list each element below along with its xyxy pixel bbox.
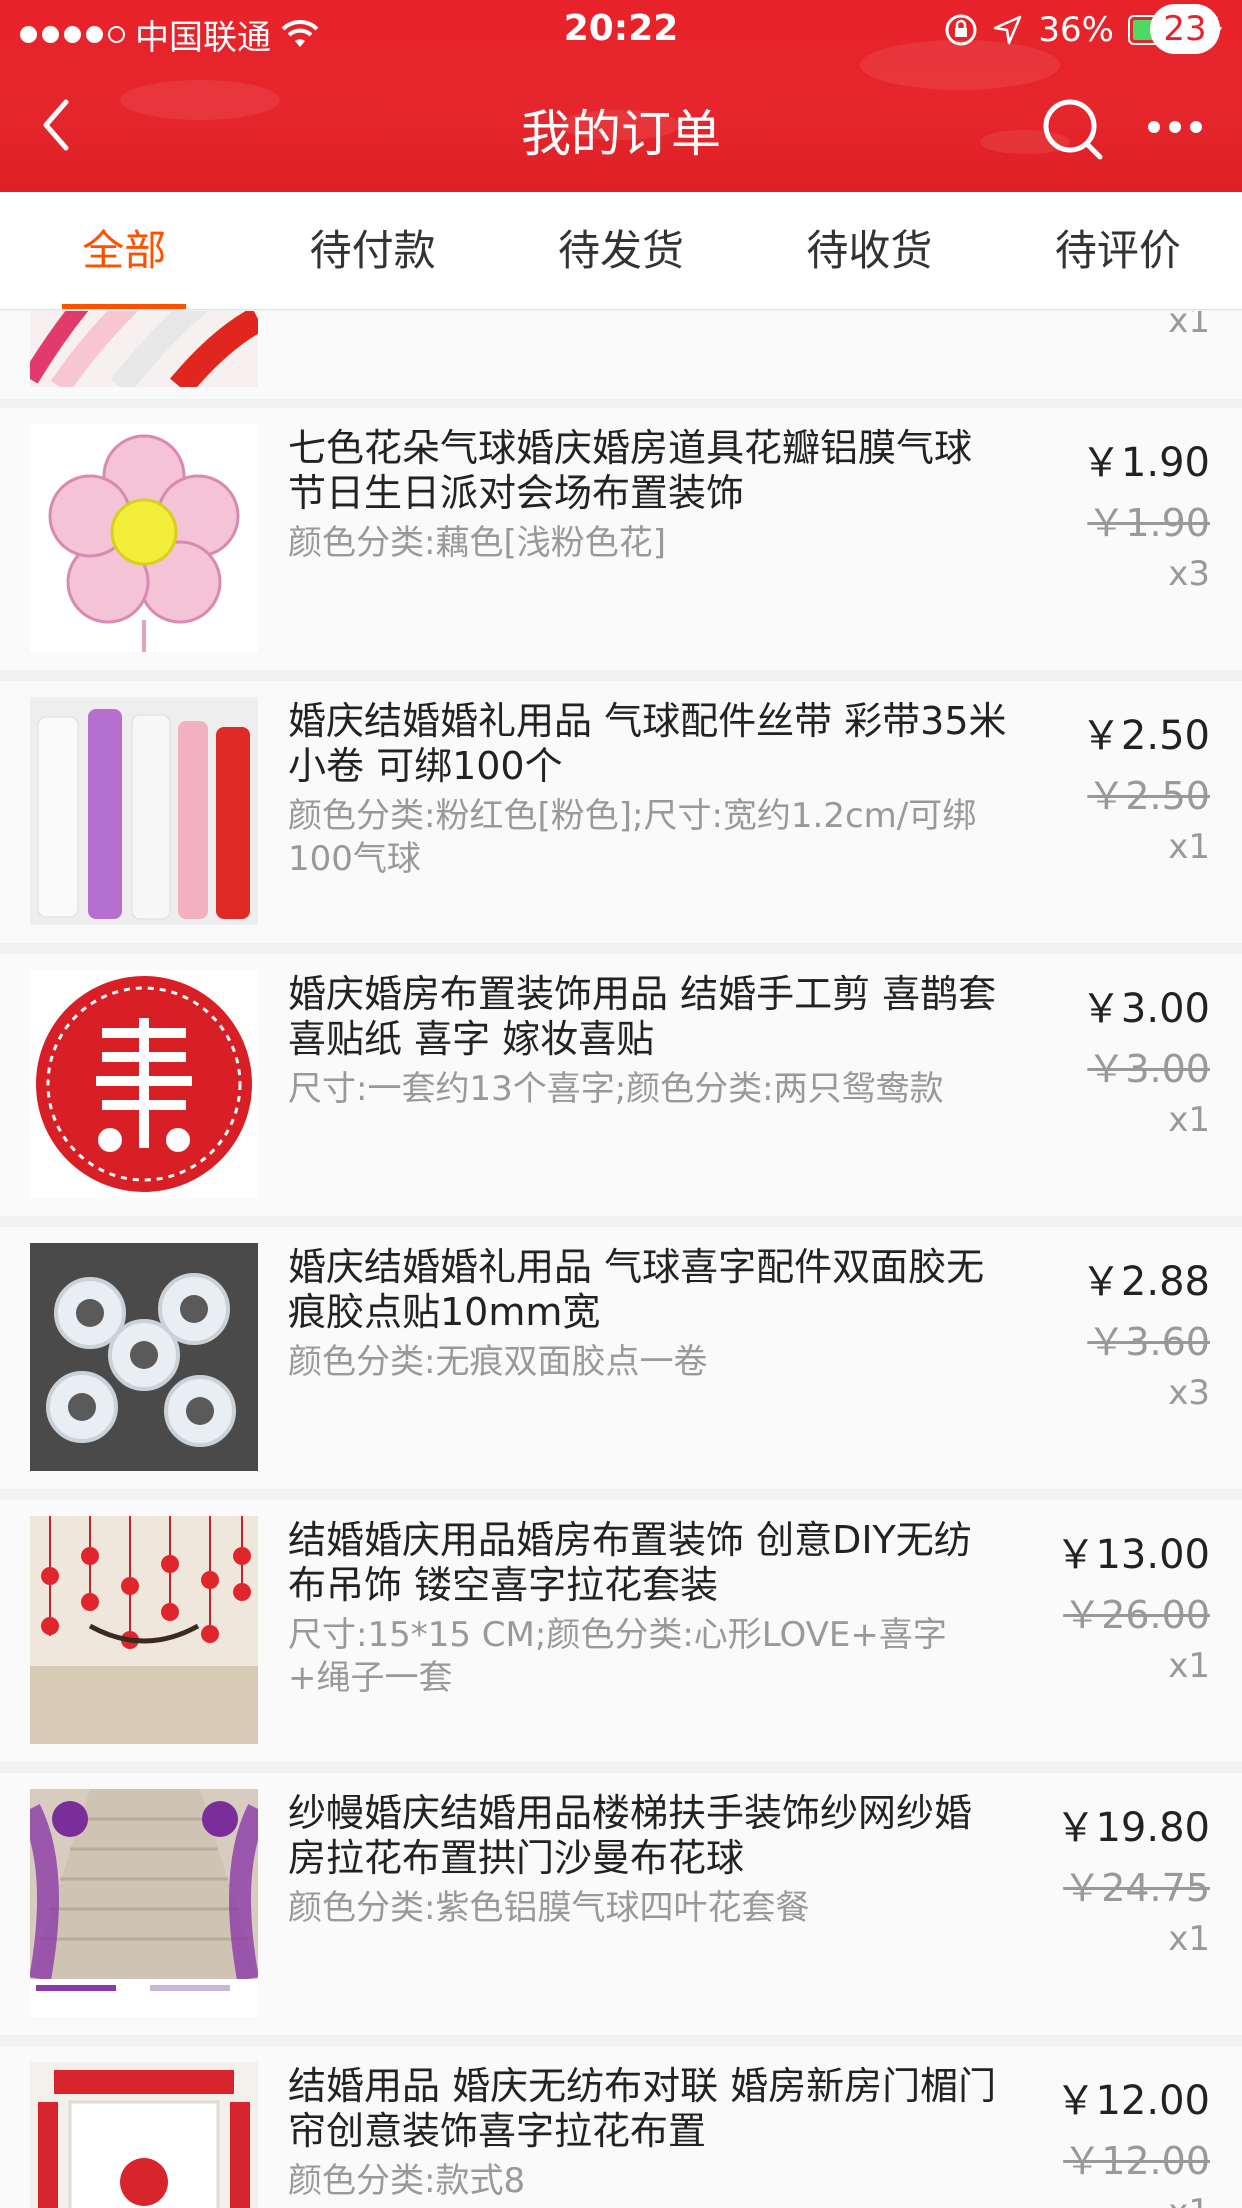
- product-title: 婚庆结婚婚礼用品 气球配件丝带 彩带35米小卷 可绑100个: [288, 699, 1007, 788]
- quantity: x1: [1168, 1100, 1210, 1140]
- quantity: x1: [1168, 827, 1210, 867]
- original-price: ￥3.60: [1087, 1320, 1210, 1364]
- quantity: x1: [1168, 1919, 1210, 1959]
- price: ￥3.00: [1080, 986, 1210, 1032]
- original-price: ￥2.50: [1087, 774, 1210, 818]
- product-image-ribbon-partial: [30, 311, 258, 387]
- price: ￥1.90: [1080, 440, 1210, 486]
- product-image-door-couplets: [30, 2062, 258, 2208]
- notification-badge: 23: [1150, 4, 1220, 54]
- product-sku: 颜色分类:藕色[浅粉色花]: [288, 523, 666, 563]
- product-sku: 尺寸:15*15 CM;颜色分类:心形LOVE+喜字+绳子一套: [288, 1615, 947, 1698]
- price: ￥13.00: [1055, 1532, 1210, 1578]
- tab-all[interactable]: 全部: [0, 192, 248, 309]
- price: ￥12.00: [1055, 2078, 1210, 2124]
- quantity: x1: [1168, 1646, 1210, 1686]
- tab-pending-receipt[interactable]: 待收货: [745, 192, 993, 309]
- navigation-bar: 我的订单: [0, 60, 1242, 192]
- order-item[interactable]: 七色花朵气球婚庆婚房道具花瓣铝膜气球节日生日派对会场布置装饰 颜色分类:藕色[浅…: [0, 408, 1242, 670]
- original-price: ￥12.00: [1063, 2139, 1210, 2183]
- quantity: x1: [1168, 311, 1210, 341]
- product-image-stair-gauze: [30, 1789, 258, 2017]
- product-sku: 颜色分类:无痕双面胶点一卷: [288, 1342, 708, 1382]
- product-title: 结婚用品 婚庆无纺布对联 婚房新房门楣门帘创意装饰喜字拉花布置: [288, 2064, 997, 2153]
- tab-pending-review[interactable]: 待评价: [994, 192, 1242, 309]
- price: ￥2.50: [1080, 713, 1210, 759]
- product-image-ribbon-rolls: [30, 697, 258, 925]
- order-item[interactable]: 结婚婚庆用品婚房布置装饰 创意DIY无纺布吊饰 镂空喜字拉花套装 尺寸:15*1…: [0, 1500, 1242, 1762]
- price: ￥19.80: [1055, 1805, 1210, 1851]
- original-price: ￥1.90: [1087, 501, 1210, 545]
- product-title: 婚庆结婚婚礼用品 气球喜字配件双面胶无痕胶点贴10mm宽: [288, 1245, 985, 1334]
- product-image-papercut: [30, 970, 258, 1198]
- product-sku: 颜色分类:粉红色[粉色];尺寸:宽约1.2cm/可绑100气球: [288, 796, 977, 879]
- original-price: ￥3.00: [1087, 1047, 1210, 1091]
- order-item[interactable]: 婚庆婚房布置装饰用品 结婚手工剪 喜鹊套喜贴纸 喜字 嫁妆喜贴 尺寸:一套约13…: [0, 954, 1242, 1216]
- product-title: 纱幔婚庆结婚用品楼梯扶手装饰纱网纱婚房拉花布置拱门沙曼布花球: [288, 1791, 973, 1880]
- original-price: ￥24.75: [1063, 1866, 1210, 1910]
- product-title: 婚庆婚房布置装饰用品 结婚手工剪 喜鹊套喜贴纸 喜字 嫁妆喜贴: [288, 972, 997, 1061]
- order-item-partial[interactable]: x1: [0, 311, 1242, 399]
- order-item[interactable]: 纱幔婚庆结婚用品楼梯扶手装饰纱网纱婚房拉花布置拱门沙曼布花球 颜色分类:紫色铝膜…: [0, 1773, 1242, 2035]
- tab-pending-payment[interactable]: 待付款: [248, 192, 496, 309]
- status-bar: 中国联通 20:22 36%: [0, 0, 1242, 60]
- price: ￥2.88: [1080, 1259, 1210, 1305]
- order-item[interactable]: 结婚用品 婚庆无纺布对联 婚房新房门楣门帘创意装饰喜字拉花布置 颜色分类:款式8…: [0, 2046, 1242, 2208]
- location-arrow-icon: [994, 15, 1022, 45]
- search-icon[interactable]: [1040, 96, 1106, 162]
- product-title: 结婚婚庆用品婚房布置装饰 创意DIY无纺布吊饰 镂空喜字拉花套装: [288, 1518, 972, 1607]
- quantity: x3: [1168, 1373, 1210, 1413]
- app-header: 中国联通 20:22 36% 我的订单 23: [0, 0, 1242, 192]
- product-sku: 颜色分类:款式8: [288, 2161, 526, 2201]
- order-status-tabs: 全部 待付款 待发货 待收货 待评价: [0, 192, 1242, 310]
- order-item[interactable]: 婚庆结婚婚礼用品 气球喜字配件双面胶无痕胶点贴10mm宽 颜色分类:无痕双面胶点…: [0, 1227, 1242, 1489]
- product-image-flower-balloon: [30, 424, 258, 652]
- rotation-lock-icon: [945, 14, 977, 46]
- product-sku: 颜色分类:紫色铝膜气球四叶花套餐: [288, 1888, 810, 1928]
- more-menu-icon[interactable]: [1148, 112, 1208, 142]
- order-item[interactable]: 婚庆结婚婚礼用品 气球配件丝带 彩带35米小卷 可绑100个 颜色分类:粉红色[…: [0, 681, 1242, 943]
- tab-pending-shipment[interactable]: 待发货: [497, 192, 745, 309]
- order-list: x1 七色花朵气球婚庆婚房道具花瓣铝膜气球节日生日派对会场布置装饰 颜色分类:藕…: [0, 311, 1242, 2208]
- product-image-glue-dots: [30, 1243, 258, 1471]
- product-sku: 尺寸:一套约13个喜字;颜色分类:两只鸳鸯款: [288, 1069, 944, 1109]
- quantity: x3: [1168, 554, 1210, 594]
- quantity: x1: [1168, 2192, 1210, 2208]
- battery-percent: 36%: [1038, 10, 1114, 50]
- original-price: ￥26.00: [1063, 1593, 1210, 1637]
- product-title: 七色花朵气球婚庆婚房道具花瓣铝膜气球节日生日派对会场布置装饰: [288, 426, 973, 515]
- product-image-heart-hangings: [30, 1516, 258, 1744]
